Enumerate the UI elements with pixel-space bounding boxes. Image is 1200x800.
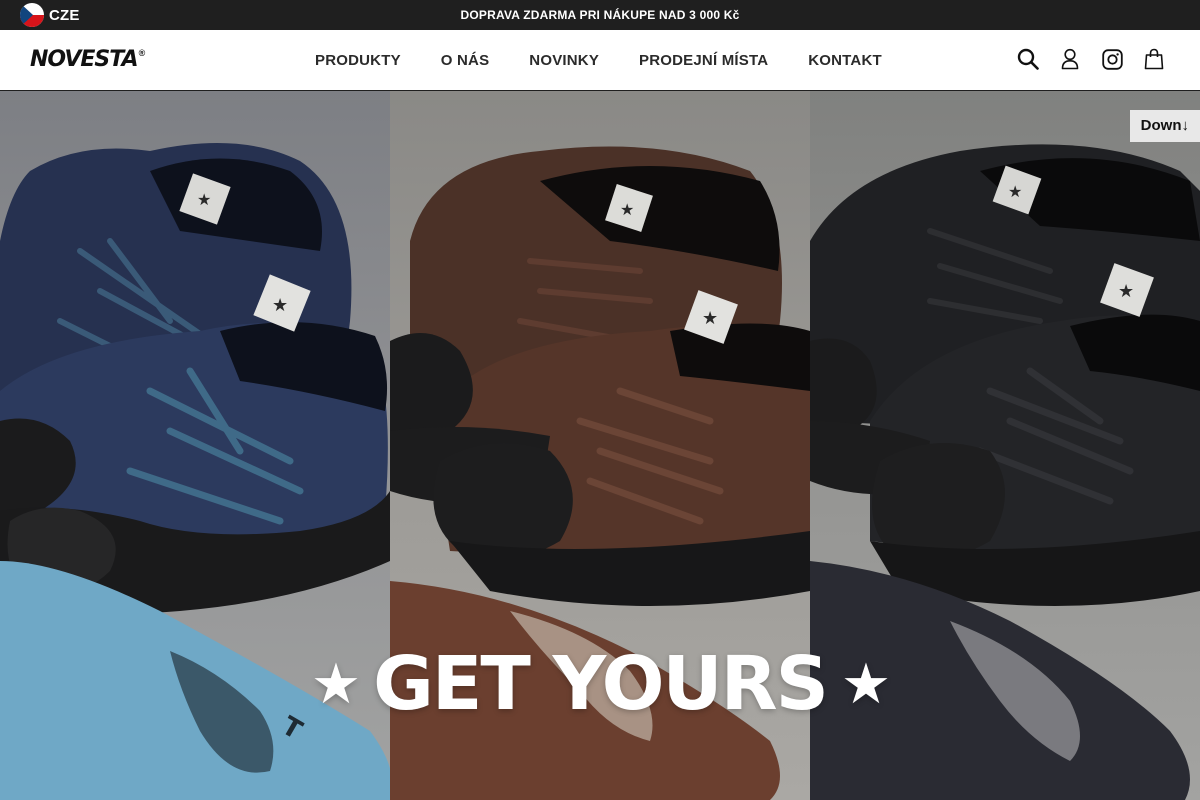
user-icon[interactable] bbox=[1058, 47, 1082, 71]
novesta-logo[interactable]: NOVESTA ® bbox=[30, 47, 145, 73]
svg-text:★: ★ bbox=[272, 295, 288, 316]
free-shipping-message: DOPRAVA ZDARMA PRI NÁKUPE NAD 3 000 Kč bbox=[460, 8, 740, 22]
search-icon[interactable] bbox=[1016, 47, 1040, 71]
czech-flag-icon bbox=[20, 3, 44, 27]
registered-mark: ® bbox=[138, 48, 146, 58]
scroll-down-button[interactable]: Down↓ bbox=[1129, 110, 1200, 142]
svg-text:★: ★ bbox=[702, 308, 718, 329]
svg-text:★: ★ bbox=[1118, 281, 1134, 302]
svg-text:★: ★ bbox=[197, 190, 211, 209]
hero-banner[interactable]: ★ ★ T ★ ★ ★ ★ Down↓ ★ GET YOURS ★ bbox=[0, 91, 1200, 800]
star-icon: ★ bbox=[840, 652, 891, 717]
nav-item-produkty[interactable]: PRODUKTY bbox=[315, 52, 401, 69]
hero-tagline: ★ GET YOURS ★ bbox=[0, 639, 1200, 730]
header-icons bbox=[1016, 47, 1166, 71]
nav-item-kontakt[interactable]: KONTAKT bbox=[808, 52, 882, 69]
svg-text:★: ★ bbox=[620, 200, 634, 219]
nav-item-o-nas[interactable]: O NÁS bbox=[441, 52, 490, 69]
svg-text:★: ★ bbox=[1008, 182, 1022, 201]
site-header: NOVESTA ® PRODUKTY O NÁS NOVINKY PRODEJN… bbox=[0, 30, 1200, 91]
logo-text: NOVESTA bbox=[30, 47, 139, 72]
nav-item-novinky[interactable]: NOVINKY bbox=[529, 52, 599, 69]
language-label: CZE bbox=[49, 6, 80, 24]
instagram-icon[interactable] bbox=[1100, 47, 1124, 71]
star-icon: ★ bbox=[310, 652, 361, 717]
shopping-bag-icon[interactable] bbox=[1142, 47, 1166, 71]
tagline-text: GET YOURS bbox=[373, 641, 829, 727]
promo-bar: CZE DOPRAVA ZDARMA PRI NÁKUPE NAD 3 000 … bbox=[0, 0, 1200, 30]
main-navigation: PRODUKTY O NÁS NOVINKY PRODEJNÍ MÍSTA KO… bbox=[315, 30, 882, 90]
nav-item-prodejni-mista[interactable]: PRODEJNÍ MÍSTA bbox=[639, 52, 768, 69]
language-selector[interactable]: CZE bbox=[20, 3, 80, 27]
